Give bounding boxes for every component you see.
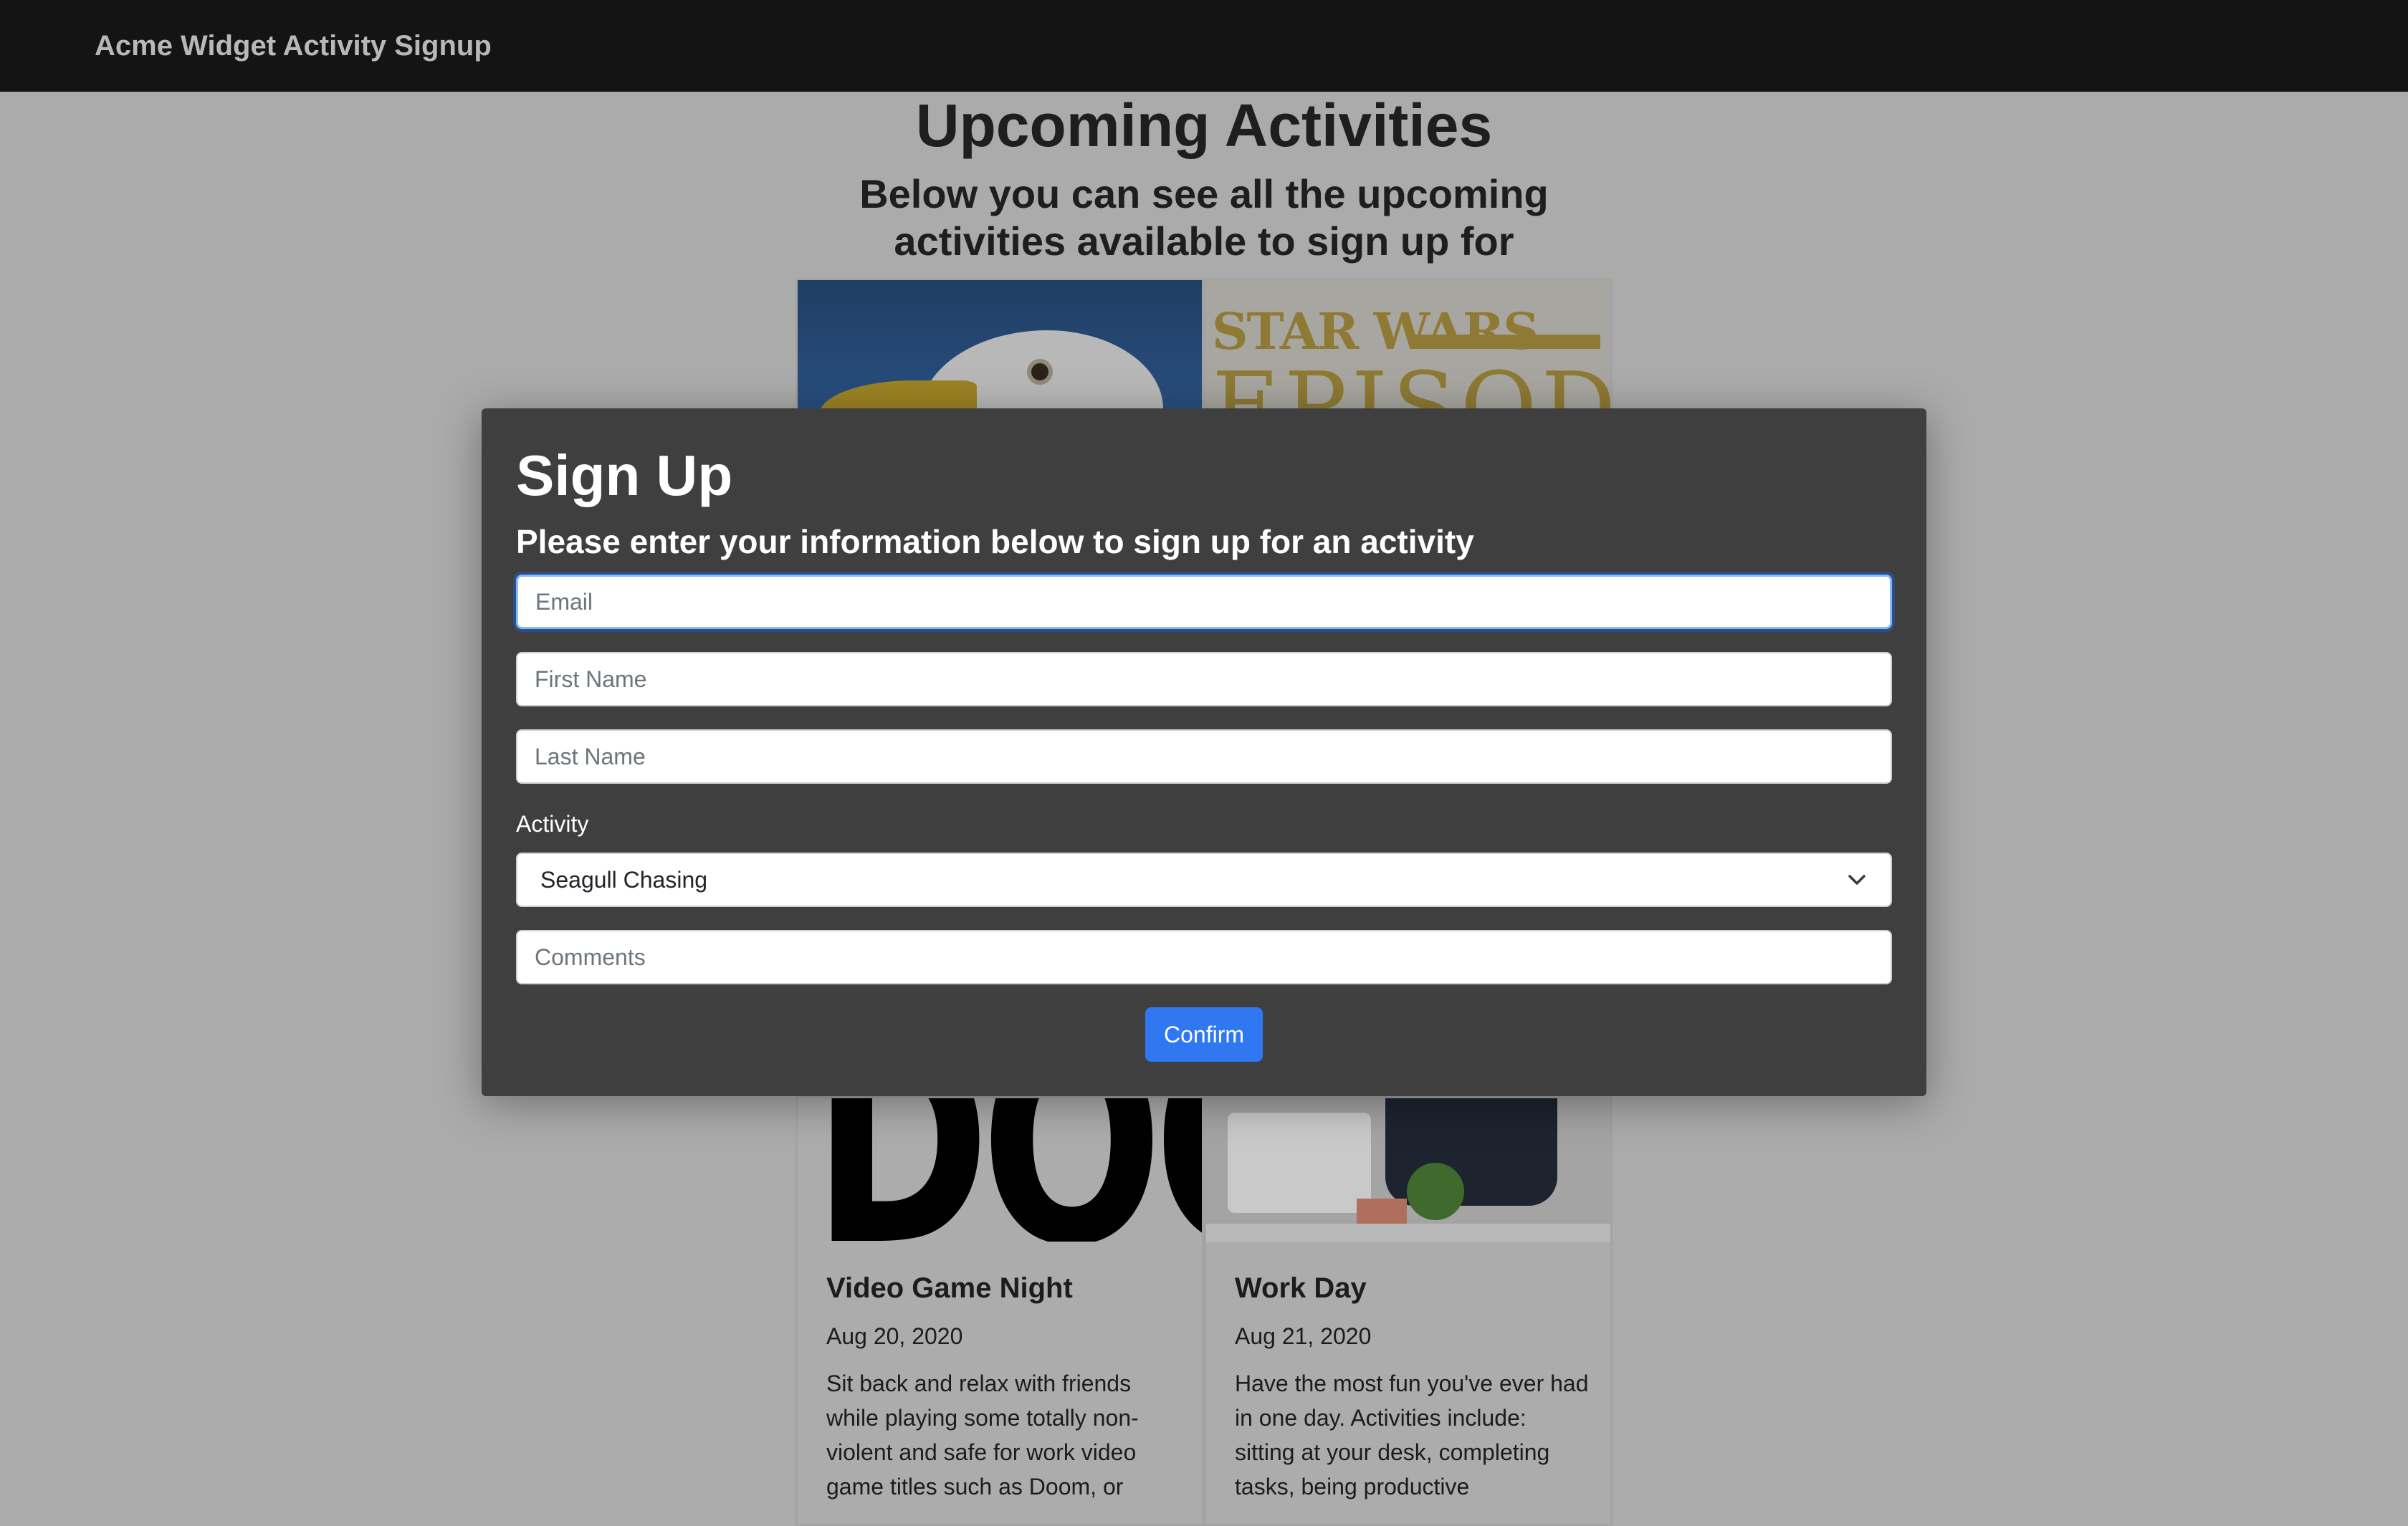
confirm-button[interactable]: Confirm [1145,1007,1263,1062]
page-subtitle: Below you can see all the upcoming activ… [859,171,1549,264]
card-date: Aug 20, 2020 [826,1323,963,1349]
navbar-brand[interactable]: Acme Widget Activity Signup [95,30,492,62]
activity-card-star-wars: STAR WARS EPISODE I [1204,278,1612,421]
star-wars-poster-image: STAR WARS EPISODE I [1206,280,1610,419]
comments-field[interactable] [516,930,1892,984]
modal-subtitle: Please enter your information below to s… [516,523,1474,560]
card-title: Work Day [1235,1272,1367,1304]
page-title: Upcoming Activities [915,92,1493,159]
card-date: Aug 21, 2020 [1235,1323,1372,1349]
work-day-image [1206,1098,1610,1242]
chevron-down-icon [1846,869,1868,891]
card-body: Work Day Aug 21, 2020 Have the most fun … [1235,1270,1589,1504]
modal-title: Sign Up [516,443,733,507]
navbar: Acme Widget Activity Signup [0,0,2408,92]
activity-select-value: Seagull Chasing [540,866,708,893]
card-body: Video Game Night Aug 20, 2020 Sit back a… [826,1270,1180,1504]
doom-image: DOOM [798,1098,1202,1242]
activity-card-video-game-night: DOOM Video Game Night Aug 20, 2020 Sit b… [796,1096,1204,1526]
activity-label: Activity [516,811,589,837]
card-text: Have the most fun you've ever had in one… [1235,1371,1589,1499]
first-name-field[interactable] [516,652,1892,706]
card-title: Video Game Night [826,1272,1073,1304]
last-name-field[interactable] [516,729,1892,784]
activity-select[interactable]: Seagull Chasing [516,853,1892,907]
activity-card-work-day: Work Day Aug 21, 2020 Have the most fun … [1204,1096,1612,1526]
signup-modal: Sign Up Please enter your information be… [482,408,1926,1096]
email-field[interactable] [516,575,1892,629]
card-text: Sit back and relax with friends while pl… [826,1371,1139,1499]
activity-card-seagull [796,278,1204,421]
seagull-image [798,280,1202,419]
doom-logo: DOOM [812,1098,1202,1242]
